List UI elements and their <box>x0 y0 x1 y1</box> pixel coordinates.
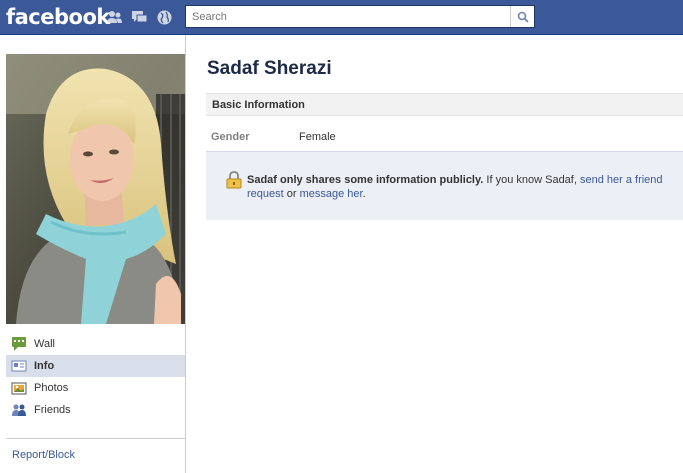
search-input[interactable] <box>186 6 511 27</box>
notice-text-3: . <box>362 188 366 200</box>
messages-icon[interactable] <box>131 9 148 26</box>
top-bar: facebook <box>0 0 683 35</box>
nav-info-label: Info <box>34 360 55 372</box>
nav-friends-label: Friends <box>34 404 71 416</box>
friends-icon <box>11 402 27 418</box>
profile-nav: Wall Info Photos Friends <box>6 333 185 421</box>
search-icon <box>517 11 529 23</box>
profile-photo[interactable] <box>6 54 185 324</box>
gender-value: Female <box>299 131 336 143</box>
facebook-logo[interactable]: facebook <box>6 5 110 29</box>
report-block-link[interactable]: Report/Block <box>12 449 75 461</box>
notifications-globe-icon[interactable] <box>156 9 173 26</box>
search-button[interactable] <box>510 6 534 27</box>
privacy-notice-text: Sadaf only shares some information publi… <box>247 173 677 201</box>
nav-wall[interactable]: Wall <box>6 333 185 355</box>
lock-icon <box>225 171 243 189</box>
notice-bold-text: Sadaf only shares some information publi… <box>247 174 484 186</box>
privacy-notice: Sadaf only shares some information publi… <box>206 151 683 220</box>
gender-label: Gender <box>211 131 250 143</box>
friend-requests-icon[interactable] <box>106 9 123 26</box>
notice-text-2: or <box>283 188 300 200</box>
nav-photos[interactable]: Photos <box>6 377 185 399</box>
nav-friends[interactable]: Friends <box>6 399 185 421</box>
basic-info-header: Basic Information <box>206 93 683 116</box>
nav-wall-label: Wall <box>34 338 55 350</box>
photos-icon <box>11 380 27 396</box>
notice-text-1: If you know Sadaf, <box>483 174 580 186</box>
wall-icon <box>11 336 27 352</box>
nav-info[interactable]: Info <box>6 355 185 377</box>
left-column: Wall Info Photos Friends Report/Block <box>0 35 186 473</box>
search-box <box>185 5 535 28</box>
sidebar-divider <box>6 438 185 439</box>
profile-name[interactable]: Sadaf Sherazi <box>207 58 332 80</box>
info-icon <box>11 358 27 374</box>
nav-photos-label: Photos <box>34 382 69 394</box>
message-her-link[interactable]: message her <box>300 188 363 200</box>
